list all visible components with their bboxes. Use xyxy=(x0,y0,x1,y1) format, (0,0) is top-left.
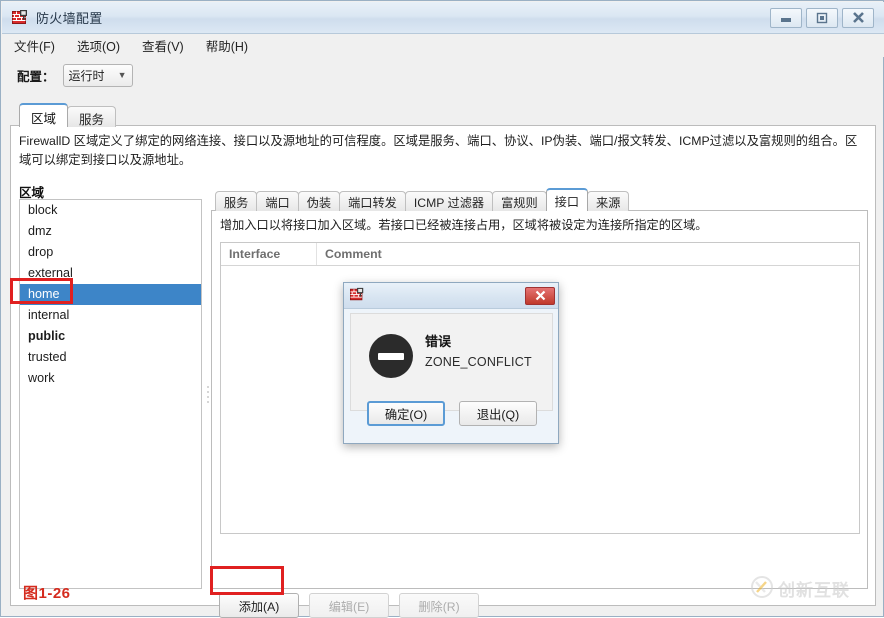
configuration-select[interactable]: 运行时 ▼ xyxy=(63,64,133,87)
zone-item-public[interactable]: public xyxy=(20,326,201,347)
menu-item-options[interactable]: 选项(O) xyxy=(77,34,129,57)
minimize-button[interactable] xyxy=(770,8,802,28)
edit-button: 编辑(E) xyxy=(309,593,389,618)
zone-item-block[interactable]: block xyxy=(20,200,201,221)
firewall-config-window: 防火墙配置 文件(F) 选项(O) 查看(V) xyxy=(0,0,884,617)
zone-item-home[interactable]: home xyxy=(20,284,201,305)
dialog-buttons: 确定(O) 退出(Q) xyxy=(344,401,560,426)
tab-port-forward[interactable]: 端口转发 xyxy=(339,191,406,211)
outer-tabbar: 区域 服务 xyxy=(19,103,115,127)
dialog-title-text: 错误 xyxy=(425,331,451,350)
tab-sources[interactable]: 来源 xyxy=(587,191,629,211)
close-icon xyxy=(535,290,546,301)
splitter-grip-icon xyxy=(207,386,209,403)
tab-ports[interactable]: 端口 xyxy=(256,191,298,211)
zone-item-external[interactable]: external xyxy=(20,263,201,284)
close-icon xyxy=(852,11,865,24)
figure-caption: 图1-26 xyxy=(23,582,71,603)
dialog-message: ZONE_CONFLICT xyxy=(425,355,532,369)
tab-interfaces[interactable]: 接口 xyxy=(546,188,588,211)
dialog-titlebar xyxy=(344,283,558,309)
zone-item-drop[interactable]: drop xyxy=(20,242,201,263)
dialog-ok-button[interactable]: 确定(O) xyxy=(367,401,445,426)
error-dialog: 错误 ZONE_CONFLICT 确定(O) 退出(Q) xyxy=(343,282,559,444)
dialog-quit-button[interactable]: 退出(Q) xyxy=(459,401,537,426)
minimize-icon xyxy=(779,13,793,23)
column-header-interface: Interface xyxy=(221,243,317,265)
interfaces-description: 增加入口以将接口加入区域。若接口已经被连接占用，区域将被设定为连接所指定的区域。 xyxy=(220,217,860,234)
menu-item-view[interactable]: 查看(V) xyxy=(142,34,193,57)
delete-button: 删除(R) xyxy=(399,593,479,618)
menu-item-help[interactable]: 帮助(H) xyxy=(206,34,257,57)
window-controls xyxy=(770,8,880,28)
zone-detail-tabbar: 服务 端口 伪装 端口转发 ICMP 过滤器 富规则 接口 来源 xyxy=(215,188,628,211)
firewall-icon xyxy=(350,287,365,305)
firewall-icon xyxy=(12,9,29,26)
dialog-body: 错误 ZONE_CONFLICT xyxy=(350,313,553,411)
configuration-selected-value: 运行时 xyxy=(69,67,105,84)
tab-services[interactable]: 服务 xyxy=(215,191,257,211)
error-circle-icon xyxy=(369,334,413,378)
maximize-button[interactable] xyxy=(806,8,838,28)
menu-item-file[interactable]: 文件(F) xyxy=(14,34,64,57)
add-button[interactable]: 添加(A) xyxy=(219,593,299,618)
window-titlebar: 防火墙配置 xyxy=(2,2,884,34)
zones-description: FirewallD 区域定义了绑定的网络连接、接口以及源地址的可信程度。区域是服… xyxy=(19,132,865,170)
close-button[interactable] xyxy=(842,8,874,28)
window-title: 防火墙配置 xyxy=(36,8,103,27)
table-header-row: Interface Comment xyxy=(221,243,859,266)
panel-splitter[interactable] xyxy=(204,199,211,589)
chevron-down-icon: ▼ xyxy=(118,71,127,80)
zone-item-dmz[interactable]: dmz xyxy=(20,221,201,242)
tab-masquerade[interactable]: 伪装 xyxy=(298,191,340,211)
configuration-label: 配置： xyxy=(17,66,55,85)
interface-action-buttons: 添加(A) 编辑(E) 删除(R) xyxy=(219,593,479,618)
column-header-comment: Comment xyxy=(317,243,382,265)
maximize-icon xyxy=(816,12,828,24)
configuration-row: 配置： 运行时 ▼ xyxy=(17,64,133,87)
zone-item-trusted[interactable]: trusted xyxy=(20,347,201,368)
tab-zones[interactable]: 区域 xyxy=(19,103,68,127)
tab-services[interactable]: 服务 xyxy=(67,106,116,127)
tab-icmp-filter[interactable]: ICMP 过滤器 xyxy=(405,191,493,211)
zone-item-internal[interactable]: internal xyxy=(20,305,201,326)
zone-list[interactable]: block dmz drop external home internal pu… xyxy=(19,199,202,589)
tab-rich-rules[interactable]: 富规则 xyxy=(492,191,547,211)
menubar: 文件(F) 选项(O) 查看(V) 帮助(H) xyxy=(2,34,884,57)
zone-item-work[interactable]: work xyxy=(20,368,201,389)
dialog-close-button[interactable] xyxy=(525,287,555,305)
